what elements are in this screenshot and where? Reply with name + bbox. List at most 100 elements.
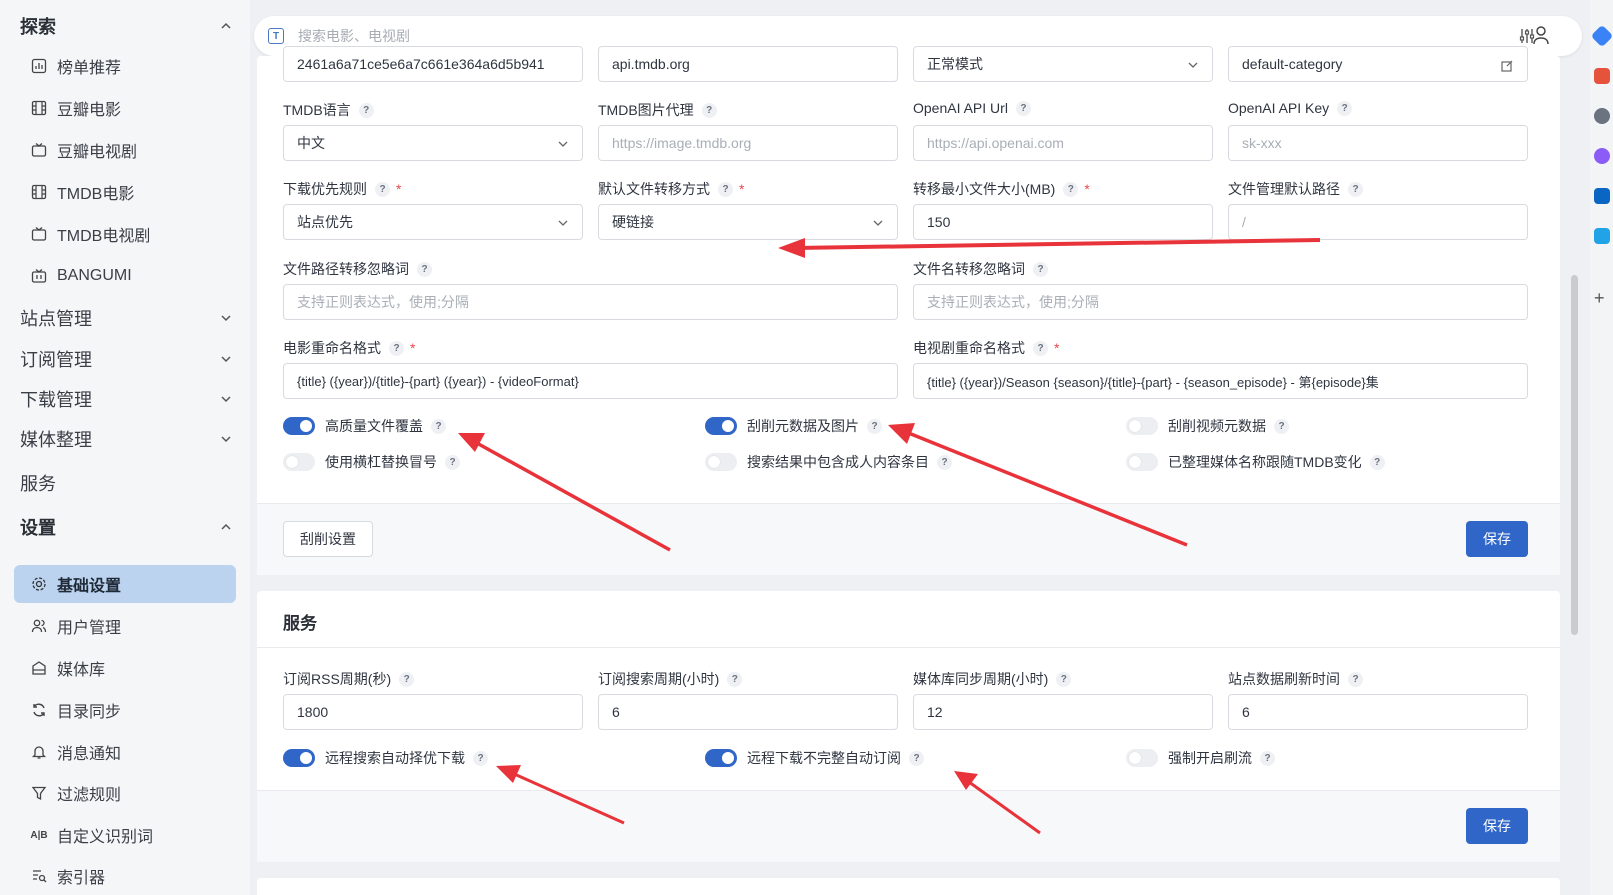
menu-toggle-icon[interactable]: T	[268, 28, 284, 44]
toggle-remote-auto-subscribe[interactable]: 远程下载不完整自动订阅?	[705, 748, 924, 768]
edit-icon[interactable]	[1501, 60, 1513, 72]
save-button[interactable]: 保存	[1466, 808, 1528, 844]
nav-item-tmdb-movie[interactable]: TMDB电影	[14, 173, 236, 211]
nav-group-media[interactable]: 媒体整理	[20, 426, 232, 452]
file-default-path-input[interactable]: /	[1228, 204, 1528, 240]
nav-item-douban-movie[interactable]: 豆瓣电影	[14, 89, 236, 127]
help-icon[interactable]: ?	[389, 340, 404, 356]
toggle-adult-content[interactable]: 搜索结果中包含成人内容条目?	[705, 452, 952, 472]
transfer-mode-select[interactable]: 硬链接	[598, 204, 898, 240]
switch-on[interactable]	[705, 417, 737, 435]
save-button[interactable]: 保存	[1466, 521, 1528, 557]
toggle-remote-auto-download[interactable]: 远程搜索自动择优下载?	[283, 748, 488, 768]
min-file-size-input[interactable]: 150	[913, 204, 1213, 240]
help-icon[interactable]: ?	[1063, 181, 1079, 197]
help-icon[interactable]: ?	[445, 454, 460, 470]
help-icon[interactable]: ?	[1337, 100, 1353, 116]
nav-item-dir-sync[interactable]: 目录同步	[14, 691, 236, 729]
nav-item-bangumi[interactable]: BANGUMI	[14, 257, 236, 295]
outlook-icon[interactable]	[1594, 188, 1610, 204]
switch-on[interactable]	[283, 749, 315, 767]
switch-off[interactable]	[1126, 453, 1158, 471]
nav-item-library[interactable]: 媒体库	[14, 649, 236, 687]
movie-rename-format-input[interactable]: {title} ({year})/{title}-{part} ({year})…	[283, 363, 898, 399]
switch-off[interactable]	[1126, 749, 1158, 767]
help-icon[interactable]: ?	[1056, 671, 1072, 687]
send-icon[interactable]	[1594, 228, 1610, 244]
toggle-dash-colon[interactable]: 使用横杠替换冒号?	[283, 452, 460, 472]
name-ignore-input[interactable]: 支持正则表达式，使用;分隔	[913, 284, 1528, 320]
nav-group-subscriptions[interactable]: 订阅管理	[20, 346, 232, 372]
toggle-scrape-metadata[interactable]: 刮削元数据及图片?	[705, 416, 882, 436]
nav-item-indexer[interactable]: 索引器	[14, 857, 236, 895]
toggle-scrape-video-metadata[interactable]: 刮削视频元数据?	[1126, 416, 1289, 436]
add-icon[interactable]: +	[1594, 288, 1605, 309]
download-priority-select[interactable]: 站点优先	[283, 204, 583, 240]
search-input[interactable]	[298, 28, 1398, 44]
tmdb-language-select[interactable]: 中文	[283, 125, 583, 161]
nav-group-downloads[interactable]: 下载管理	[20, 386, 232, 412]
mode-select[interactable]: 正常模式	[913, 46, 1213, 82]
help-icon[interactable]: ?	[399, 671, 415, 687]
help-icon[interactable]: ?	[431, 418, 446, 434]
help-icon[interactable]: ?	[1260, 750, 1275, 766]
library-sync-input[interactable]: 12	[913, 694, 1213, 730]
toggle-follow-tmdb-name[interactable]: 已整理媒体名称跟随TMDB变化?	[1126, 452, 1385, 472]
scrollbar-thumb[interactable]	[1571, 275, 1578, 635]
nav-item-tmdb-tv[interactable]: TMDB电视剧	[14, 215, 236, 253]
switch-off[interactable]	[283, 453, 315, 471]
switch-on[interactable]	[283, 417, 315, 435]
help-icon[interactable]: ?	[1348, 671, 1363, 687]
nav-item-service[interactable]: 服务	[20, 470, 232, 496]
help-icon[interactable]: ?	[1369, 454, 1385, 470]
openai-key-input[interactable]: sk-xxx	[1228, 125, 1528, 161]
help-icon[interactable]: ?	[937, 454, 952, 470]
toggle-hq-overwrite[interactable]: 高质量文件覆盖?	[283, 416, 446, 436]
help-icon[interactable]: ?	[1274, 418, 1289, 434]
toggle-force-brush[interactable]: 强制开启刷流?	[1126, 748, 1275, 768]
tag-icon[interactable]	[1590, 24, 1613, 48]
category-field[interactable]: default-category	[1228, 46, 1528, 82]
user-icon[interactable]	[1532, 25, 1550, 45]
nav-item-custom-words[interactable]: A|B 自定义识别词	[14, 816, 236, 854]
help-icon[interactable]: ?	[909, 750, 924, 766]
nav-item-basic-settings[interactable]: 基础设置	[14, 565, 236, 603]
scrape-settings-button[interactable]: 刮削设置	[283, 521, 373, 557]
help-icon[interactable]: ?	[358, 102, 374, 118]
openai-url-input[interactable]: https://api.openai.com	[913, 125, 1213, 161]
nav-item-users[interactable]: 用户管理	[14, 607, 236, 645]
help-icon[interactable]: ?	[375, 181, 390, 197]
help-icon[interactable]: ?	[1348, 181, 1363, 197]
help-icon[interactable]: ?	[718, 181, 733, 197]
nav-item-notifications[interactable]: 消息通知	[14, 733, 236, 771]
help-icon[interactable]: ?	[727, 671, 743, 687]
nav-item-filter-rules[interactable]: 过滤规则	[14, 774, 236, 812]
briefcase-icon[interactable]	[1594, 68, 1610, 84]
tmdb-image-proxy-input[interactable]: https://image.tmdb.org	[598, 125, 898, 161]
path-ignore-input[interactable]: 支持正则表达式，使用;分隔	[283, 284, 898, 320]
switch-off[interactable]	[705, 453, 737, 471]
nav-group-explore[interactable]: 探索	[20, 13, 232, 39]
chess-icon[interactable]	[1594, 108, 1610, 124]
nav-group-sites[interactable]: 站点管理	[20, 305, 232, 331]
nav-item-rankings[interactable]: 榜单推荐	[14, 47, 236, 85]
help-icon[interactable]: ?	[1033, 340, 1048, 356]
help-icon[interactable]: ?	[417, 261, 432, 277]
site-refresh-input[interactable]: 6	[1228, 694, 1528, 730]
help-icon[interactable]: ?	[473, 750, 488, 766]
tv-rename-format-input[interactable]: {title} ({year})/Season {season}/{title}…	[913, 363, 1528, 399]
nav-item-douban-tv[interactable]: 豆瓣电视剧	[14, 131, 236, 169]
rss-period-input[interactable]: 1800	[283, 694, 583, 730]
search-period-input[interactable]: 6	[598, 694, 898, 730]
nav-group-settings[interactable]: 设置	[20, 514, 232, 540]
help-icon[interactable]: ?	[1015, 100, 1031, 116]
help-icon[interactable]: ?	[1033, 261, 1048, 277]
help-icon[interactable]: ?	[701, 102, 717, 118]
label-text: 下载优先规则	[283, 181, 367, 197]
tmdb-domain-field[interactable]: api.tmdb.org	[598, 46, 898, 82]
copilot-icon[interactable]	[1594, 148, 1610, 164]
switch-on[interactable]	[705, 749, 737, 767]
switch-off[interactable]	[1126, 417, 1158, 435]
help-icon[interactable]: ?	[867, 418, 882, 434]
tmdb-api-key-field[interactable]: 2461a6a71ce5e6a7c661e364a6d5b941	[283, 46, 583, 82]
